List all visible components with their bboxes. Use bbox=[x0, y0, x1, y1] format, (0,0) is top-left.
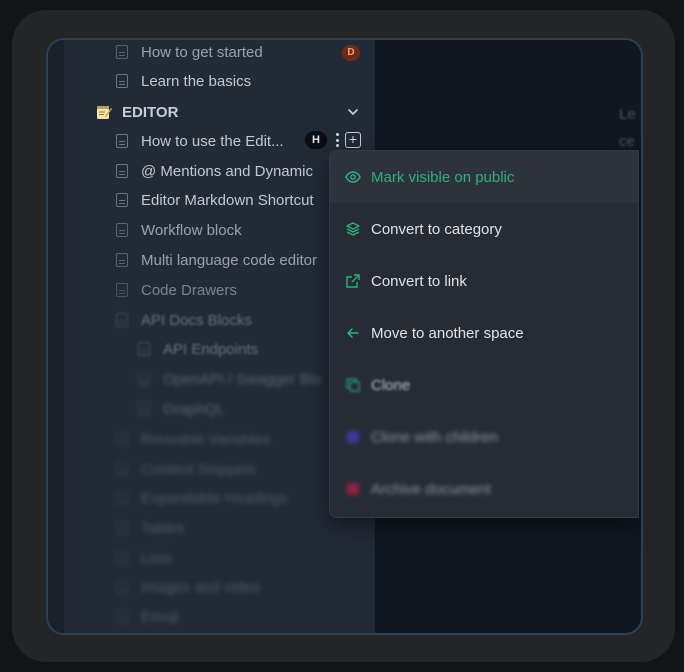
sidebar-item-label: Expandable Headings bbox=[141, 489, 288, 507]
sidebar-item-label: Emoji bbox=[141, 608, 179, 626]
category-editor[interactable]: EDITOR bbox=[96, 98, 366, 126]
menu-item-mark-visible[interactable]: Mark visible on public bbox=[330, 151, 638, 203]
avatar-badge-h: H bbox=[305, 131, 327, 149]
document-icon bbox=[138, 372, 150, 386]
sidebar-item-label: Lists bbox=[141, 549, 172, 567]
menu-item-clone-with-children[interactable]: Clone with children bbox=[330, 411, 638, 463]
sidebar-item-label: Learn the basics bbox=[141, 72, 252, 90]
document-icon bbox=[116, 223, 128, 237]
menu-item-archive-document[interactable]: Archive document bbox=[330, 463, 638, 515]
sidebar-item-label: How to get started bbox=[141, 43, 263, 61]
sidebar-item-label: Editor Markdown Shortcut bbox=[141, 191, 314, 209]
sidebar-item-how-to-get-started[interactable]: How to get started bbox=[116, 40, 263, 66]
copy-icon bbox=[346, 378, 360, 392]
sidebar-item-reusable-variables[interactable]: Reusable Variables bbox=[116, 425, 270, 453]
context-menu: Mark visible on public Convert to catego… bbox=[329, 150, 639, 518]
sidebar-item-emoji[interactable]: Emoji bbox=[116, 603, 179, 631]
layers-icon bbox=[346, 222, 360, 236]
sidebar-item-openapi[interactable]: OpenAPI / Swagger Blo bbox=[138, 365, 321, 393]
sidebar-item-learn-the-basics[interactable]: Learn the basics bbox=[116, 67, 251, 95]
menu-item-label: Move to another space bbox=[371, 324, 524, 342]
app-window: How to get started D Learn the basics ED… bbox=[46, 38, 643, 635]
document-icon bbox=[116, 462, 128, 476]
content-text: Le bbox=[619, 106, 636, 123]
sidebar-item-content-snippets[interactable]: Content Snippets bbox=[116, 455, 256, 483]
document-icon bbox=[116, 253, 128, 267]
menu-item-label: Archive document bbox=[371, 480, 492, 498]
sidebar-item-mentions[interactable]: @ Mentions and Dynamic bbox=[116, 157, 313, 185]
sidebar-item-api-endpoints[interactable]: API Endpoints bbox=[138, 335, 258, 363]
sidebar-item-label: GraphQL bbox=[163, 400, 225, 418]
external-link-icon bbox=[346, 274, 360, 288]
sidebar-item-label: @ Mentions and Dynamic bbox=[141, 162, 313, 180]
sidebar-item-label: OpenAPI / Swagger Blo bbox=[163, 370, 322, 388]
sidebar: How to get started D Learn the basics ED… bbox=[48, 40, 375, 633]
archive-icon bbox=[347, 483, 359, 495]
sidebar-item-images-video[interactable]: Images and video bbox=[116, 573, 259, 601]
sidebar-item-expandable-headings[interactable]: Expandable Headings bbox=[116, 484, 288, 512]
sidebar-item-graphql[interactable]: GraphQL bbox=[138, 395, 225, 423]
document-icon bbox=[116, 45, 128, 59]
document-icon bbox=[138, 402, 150, 416]
sidebar-item-api-docs-blocks[interactable]: API Docs Blocks bbox=[116, 306, 252, 334]
more-options-icon[interactable] bbox=[333, 132, 341, 148]
document-icon bbox=[116, 134, 128, 148]
document-icon bbox=[116, 491, 128, 505]
sidebar-item-label: Multi language code editor bbox=[141, 251, 317, 269]
sidebar-item-label: How to use the Edit... bbox=[141, 132, 284, 150]
sidebar-item-code-editor[interactable]: Multi language code editor bbox=[116, 246, 317, 274]
document-icon bbox=[116, 164, 128, 178]
menu-item-move-to-space[interactable]: Move to another space bbox=[330, 307, 638, 359]
add-page-button[interactable]: + bbox=[345, 132, 361, 148]
menu-item-label: Clone bbox=[371, 376, 411, 394]
avatar-badge-d: D bbox=[342, 45, 360, 61]
sidebar-item-label: API Endpoints bbox=[163, 340, 259, 358]
copy-children-icon bbox=[347, 431, 359, 443]
sidebar-item-label: Images and video bbox=[141, 578, 260, 596]
sidebar-item-label: Content Snippets bbox=[141, 460, 257, 478]
sidebar-rail bbox=[48, 40, 64, 633]
document-icon bbox=[116, 610, 128, 624]
sidebar-item-lists[interactable]: Lists bbox=[116, 544, 172, 572]
sidebar-item-code-drawers[interactable]: Code Drawers bbox=[116, 276, 237, 304]
document-icon bbox=[116, 313, 128, 327]
document-icon bbox=[116, 74, 128, 88]
menu-item-label: Convert to category bbox=[371, 220, 502, 238]
content-text: ce bbox=[619, 133, 635, 150]
arrow-left-icon bbox=[347, 328, 359, 338]
menu-item-label: Mark visible on public bbox=[371, 168, 515, 186]
sidebar-item-workflow-block[interactable]: Workflow block bbox=[116, 216, 242, 244]
document-icon bbox=[116, 432, 128, 446]
menu-item-label: Clone with children bbox=[371, 428, 498, 446]
menu-item-label: Convert to link bbox=[371, 272, 467, 290]
sidebar-item-tables[interactable]: Tables bbox=[116, 514, 184, 542]
document-icon bbox=[138, 342, 150, 356]
sidebar-item-label: Code Drawers bbox=[141, 281, 237, 299]
sidebar-item-label: Workflow block bbox=[141, 221, 242, 239]
sidebar-item-how-to-use-editor[interactable]: How to use the Edit... bbox=[116, 127, 284, 155]
document-icon bbox=[116, 580, 128, 594]
document-icon bbox=[116, 283, 128, 297]
document-icon bbox=[116, 551, 128, 565]
category-label: EDITOR bbox=[122, 103, 179, 121]
eye-icon bbox=[345, 171, 361, 183]
menu-item-clone[interactable]: Clone bbox=[330, 359, 638, 411]
chevron-down-icon[interactable] bbox=[346, 105, 360, 119]
sidebar-item-label: API Docs Blocks bbox=[141, 311, 252, 329]
document-icon bbox=[116, 521, 128, 535]
menu-item-convert-to-link[interactable]: Convert to link bbox=[330, 255, 638, 307]
notepad-icon bbox=[97, 106, 112, 119]
sidebar-item-label: Tables bbox=[141, 519, 185, 537]
sidebar-item-markdown-shortcuts[interactable]: Editor Markdown Shortcut bbox=[116, 186, 314, 214]
document-icon bbox=[116, 193, 128, 207]
sidebar-item-label: Reusable Variables bbox=[141, 430, 270, 448]
menu-item-convert-to-category[interactable]: Convert to category bbox=[330, 203, 638, 255]
